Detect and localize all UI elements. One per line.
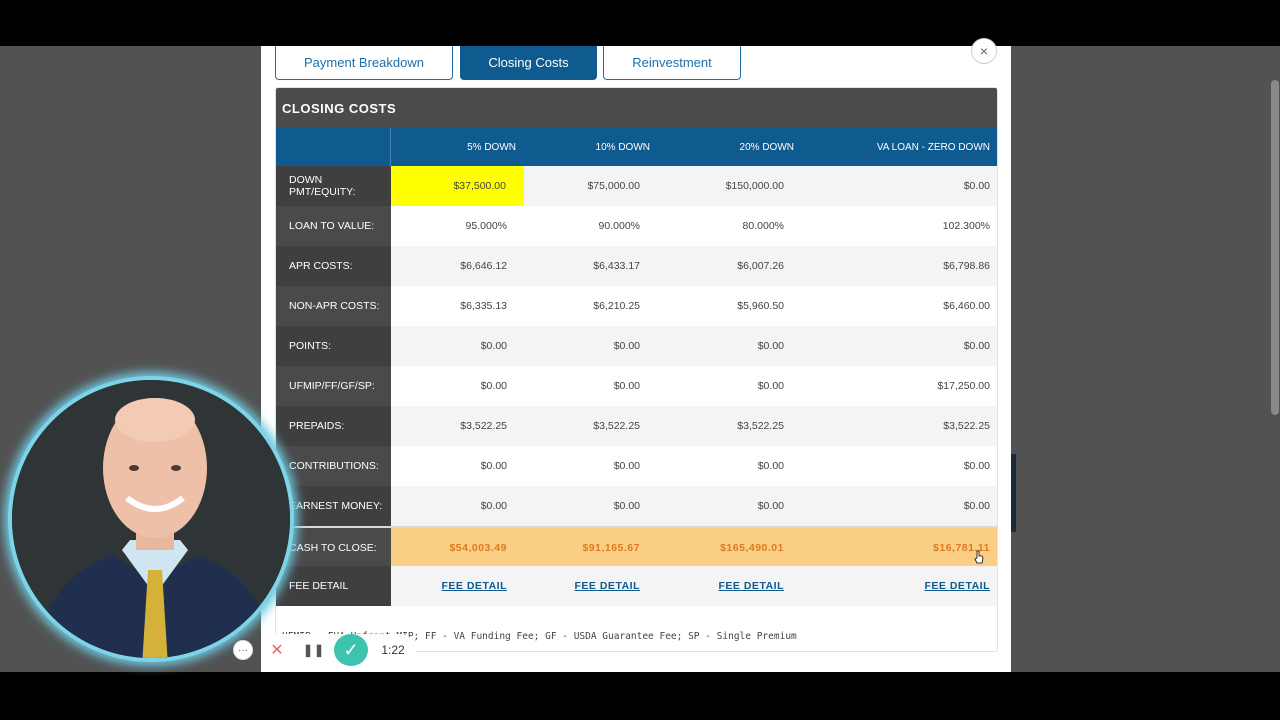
table-cell-20-down: $6,007.26 [737, 260, 784, 272]
table-row: APR COSTS: $6,646.12 $6,433.17 $6,007.26 $6,… [276, 246, 997, 286]
table-cell-5-down: $0.00 [480, 380, 507, 392]
table-cell-va-loan: $6,460.00 [943, 300, 990, 312]
table-cell-5-down: $0.00 [480, 500, 507, 512]
table-cell-10-down: $0.00 [613, 500, 640, 512]
table-cell-5-down: $54,003.49 [449, 542, 507, 554]
tab-payment-breakdown[interactable]: Payment Breakdown [275, 46, 453, 80]
column-header-20-down: 20% DOWN [739, 141, 794, 153]
table-cell-va-loan: $0.00 [963, 500, 990, 512]
table-cell-20-down: $0.00 [757, 460, 784, 472]
table-cell-10-down: $6,433.17 [593, 260, 640, 272]
video-letterbox-top [0, 0, 1280, 46]
table-cell-20-down: 80.000% [742, 220, 784, 232]
pause-icon[interactable]: ❚❚ [303, 640, 325, 660]
column-header-corner [276, 128, 391, 166]
table-cell-5-down: $3,522.25 [460, 420, 507, 432]
table-cell-va-loan: $0.00 [963, 180, 990, 192]
table-row: LOAN TO VALUE: 95.000% 90.000% 80.000% 102.3… [276, 206, 997, 246]
table-cell-20-down: $150,000.00 [725, 180, 784, 192]
column-header-5-down: 5% DOWN [467, 141, 516, 153]
recording-timer: 1:22 [381, 643, 405, 657]
row-label: POINTS: [276, 326, 391, 366]
presenter-photo [12, 380, 290, 658]
finish-recording-icon[interactable]: ✓ [334, 634, 368, 666]
table-cell-va-loan: $3,522.25 [943, 420, 990, 432]
table-cell-5-down: $6,335.13 [460, 300, 507, 312]
cancel-recording-icon[interactable]: ✕ [268, 641, 286, 659]
row-label: LOAN TO VALUE: [276, 206, 391, 246]
fee-detail-link-20-down[interactable]: FEE DETAIL [650, 566, 794, 606]
table-cell-20-down: $0.00 [757, 380, 784, 392]
table-cell-va-loan: $16,781.11 [933, 542, 990, 554]
tab-reinvestment[interactable]: Reinvestment [603, 46, 741, 80]
fee-detail-link-va-loan[interactable]: FEE DETAIL [794, 566, 990, 606]
table-row: CONTRIBUTIONS: $0.00 $0.00 $0.00 $0.00 [276, 446, 997, 486]
row-label: CASH TO CLOSE: [276, 528, 391, 568]
table-cell-20-down: $0.00 [757, 340, 784, 352]
tab-closing-costs[interactable]: Closing Costs [460, 46, 597, 80]
table-cell-20-down: $5,960.50 [737, 300, 784, 312]
table-cell-va-loan: $17,250.00 [937, 380, 990, 392]
row-label: APR COSTS: [276, 246, 391, 286]
table-cell-10-down: $6,210.25 [593, 300, 640, 312]
row-label: PREPAIDS: [276, 406, 391, 446]
page-scrollbar-thumb[interactable] [1271, 80, 1279, 415]
panel-title: CLOSING COSTS [276, 88, 997, 128]
video-letterbox-bottom [0, 672, 1280, 720]
fee-detail-link-5-down[interactable]: FEE DETAIL [391, 566, 516, 606]
more-options-icon[interactable]: ··· [233, 640, 253, 660]
table-cell-10-down: $75,000.00 [587, 180, 640, 192]
table-row: UFMIP/FF/GF/SP: $0.00 $0.00 $0.00 $17,250.00 [276, 366, 997, 406]
row-label: NON-APR COSTS: [276, 286, 391, 326]
table-cell-5-down: $37,500.00 [391, 166, 524, 206]
presenter-webcam-avatar [8, 376, 294, 662]
table-cell-5-down: $0.00 [480, 340, 507, 352]
table-cell-va-loan: $0.00 [963, 340, 990, 352]
table-cell-10-down: $3,522.25 [593, 420, 640, 432]
table-cell-va-loan: $6,798.86 [943, 260, 990, 272]
table-row: POINTS: $0.00 $0.00 $0.00 $0.00 [276, 326, 997, 366]
table-cell-10-down: $0.00 [613, 340, 640, 352]
table-cell-20-down: $0.00 [757, 500, 784, 512]
table-cell-5-down: $0.00 [480, 460, 507, 472]
table-cell-10-down: $91,165.67 [582, 542, 640, 554]
table-row: DOWN PMT/EQUITY: $37,500.00 $75,000.00 $150… [276, 166, 997, 206]
row-label: CONTRIBUTIONS: [276, 446, 391, 486]
table-row: PREPAIDS: $3,522.25 $3,522.25 $3,522.25 $3,5… [276, 406, 997, 446]
table-row: NON-APR COSTS: $6,335.13 $6,210.25 $5,960.5… [276, 286, 997, 326]
row-label: FEE DETAIL [276, 566, 391, 606]
column-header-row: 5% DOWN 10% DOWN 20% DOWN VA LOAN - ZERO… [276, 128, 997, 166]
table-cell-va-loan: 102.300% [942, 220, 990, 232]
cash-to-close-row: CASH TO CLOSE: $54,003.49 $91,165.67 $165,4… [276, 526, 997, 568]
close-icon[interactable]: × [971, 38, 997, 64]
fee-detail-row: FEE DETAIL FEE DETAIL FEE DETAIL FEE DETAIL… [276, 566, 997, 606]
table-cell-5-down: $6,646.12 [460, 260, 507, 272]
table-cell-5-down: 95.000% [465, 220, 507, 232]
row-label: DOWN PMT/EQUITY: [276, 166, 391, 206]
table-cell-10-down: $0.00 [613, 460, 640, 472]
table-cell-va-loan: $0.00 [963, 460, 990, 472]
table-cell-10-down: 90.000% [598, 220, 640, 232]
row-label: UFMIP/FF/GF/SP: [276, 366, 391, 406]
table-cell-20-down: $165,490.01 [720, 542, 784, 554]
closing-costs-panel: CLOSING COSTS 5% DOWN 10% DOWN 20% DOWN … [275, 87, 998, 652]
column-header-va-loan: VA LOAN - ZERO DOWN [876, 141, 990, 153]
fee-detail-link-10-down[interactable]: FEE DETAIL [516, 566, 650, 606]
table-row: EARNEST MONEY: $0.00 $0.00 $0.00 $0.00 [276, 486, 997, 526]
column-header-10-down: 10% DOWN [595, 141, 650, 153]
table-cell-20-down: $3,522.25 [737, 420, 784, 432]
table-cell-10-down: $0.00 [613, 380, 640, 392]
hand-cursor-icon [974, 550, 984, 564]
